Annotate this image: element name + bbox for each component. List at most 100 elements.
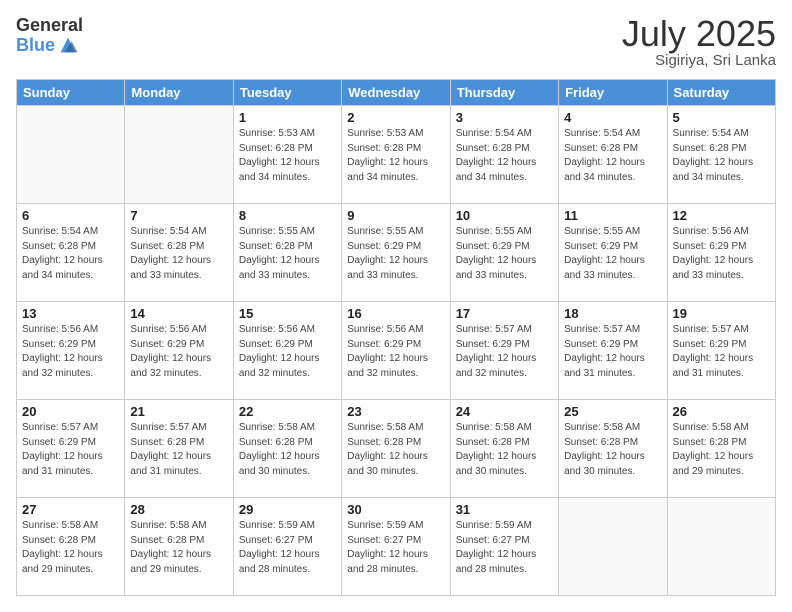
table-row: 9Sunrise: 5:55 AMSunset: 6:29 PMDaylight… [342,204,450,302]
col-monday: Monday [125,80,233,106]
day-number: 18 [564,306,661,321]
table-row: 4 Sunrise: 5:54 AMSunset: 6:28 PMDaylight… [559,106,667,204]
table-row: 29 Sunrise: 5:59 AMSunset: 6:27 PMDayligh… [233,498,341,596]
day-info: Sunrise: 5:58 AMSunset: 6:28 PMDaylight:… [22,519,119,577]
day-info: Sunrise: 5:57 AMSunset: 6:29 PMDaylight:… [22,421,119,479]
day-info: Sunrise: 5:57 AMSunset: 6:29 PMDaylight:… [564,323,661,381]
day-number: 24 [456,404,553,419]
day-info: Sunrise: 5:59 AMSunset: 6:27 PMDaylight:… [347,519,444,577]
day-number: 8 [239,208,336,223]
day-number: 4 [564,110,661,125]
day-number: 6 [22,208,119,223]
table-row: 11 Sunrise: 5:55 AMSunset: 6:29 PMDayligh… [559,204,667,302]
day-info: Sunrise: 5:54 AMSunset: 6:28 PMDaylight:… [564,127,661,185]
day-info: Sunrise: 5:57 AMSunset: 6:29 PMDaylight:… [673,323,770,381]
day-number: 11 [564,208,661,223]
calendar-week-row: 20Sunrise: 5:57 AMSunset: 6:29 PMDayligh… [17,400,776,498]
table-row: 7 Sunrise: 5:54 AMSunset: 6:28 PMDaylight… [125,204,233,302]
day-info: Sunrise: 5:56 AMSunset: 6:29 PMDaylight:… [130,323,227,381]
table-row: 1 Sunrise: 5:53 AMSunset: 6:28 PMDaylight… [233,106,341,204]
day-info: Sunrise: 5:56 AMSunset: 6:29 PMDaylight:… [239,323,336,381]
table-row: 13Sunrise: 5:56 AMSunset: 6:29 PMDayligh… [17,302,125,400]
table-row: 15 Sunrise: 5:56 AMSunset: 6:29 PMDayligh… [233,302,341,400]
col-friday: Friday [559,80,667,106]
day-number: 5 [673,110,770,125]
table-row: 19 Sunrise: 5:57 AMSunset: 6:29 PMDayligh… [667,302,775,400]
day-number: 22 [239,404,336,419]
day-info: Sunrise: 5:55 AMSunset: 6:29 PMDaylight:… [564,225,661,283]
day-number: 7 [130,208,227,223]
day-info: Sunrise: 5:54 AMSunset: 6:28 PMDaylight:… [673,127,770,185]
logo-general: General [16,16,83,34]
col-wednesday: Wednesday [342,80,450,106]
calendar-table: Sunday Monday Tuesday Wednesday Thursday… [16,79,776,596]
day-number: 27 [22,502,119,517]
day-number: 12 [673,208,770,223]
table-row: 10 Sunrise: 5:55 AMSunset: 6:29 PMDayligh… [450,204,558,302]
col-sunday: Sunday [17,80,125,106]
table-row: 20Sunrise: 5:57 AMSunset: 6:29 PMDayligh… [17,400,125,498]
table-row: 17 Sunrise: 5:57 AMSunset: 6:29 PMDayligh… [450,302,558,400]
day-info: Sunrise: 5:54 AMSunset: 6:28 PMDaylight:… [130,225,227,283]
day-info: Sunrise: 5:59 AMSunset: 6:27 PMDaylight:… [239,519,336,577]
day-info: Sunrise: 5:58 AMSunset: 6:28 PMDaylight:… [564,421,661,479]
col-thursday: Thursday [450,80,558,106]
day-number: 9 [347,208,444,223]
day-number: 29 [239,502,336,517]
table-row: 24 Sunrise: 5:58 AMSunset: 6:28 PMDayligh… [450,400,558,498]
day-number: 28 [130,502,227,517]
table-row: 22Sunrise: 5:58 AMSunset: 6:28 PMDayligh… [233,400,341,498]
day-number: 26 [673,404,770,419]
table-row: 5 Sunrise: 5:54 AMSunset: 6:28 PMDaylight… [667,106,775,204]
table-row: 18 Sunrise: 5:57 AMSunset: 6:29 PMDayligh… [559,302,667,400]
table-row: 31Sunrise: 5:59 AMSunset: 6:27 PMDayligh… [450,498,558,596]
day-info: Sunrise: 5:57 AMSunset: 6:29 PMDaylight:… [456,323,553,381]
calendar-header-row: Sunday Monday Tuesday Wednesday Thursday… [17,80,776,106]
table-row [667,498,775,596]
table-row [559,498,667,596]
day-number: 1 [239,110,336,125]
day-info: Sunrise: 5:58 AMSunset: 6:28 PMDaylight:… [130,519,227,577]
title-location: Sigiriya, Sri Lanka [622,52,776,69]
day-info: Sunrise: 5:58 AMSunset: 6:28 PMDaylight:… [456,421,553,479]
table-row: 8 Sunrise: 5:55 AMSunset: 6:28 PMDaylight… [233,204,341,302]
day-number: 15 [239,306,336,321]
day-info: Sunrise: 5:57 AMSunset: 6:28 PMDaylight:… [130,421,227,479]
table-row: 26 Sunrise: 5:58 AMSunset: 6:28 PMDayligh… [667,400,775,498]
col-tuesday: Tuesday [233,80,341,106]
logo-blue: Blue [16,36,55,54]
table-row: 25 Sunrise: 5:58 AMSunset: 6:28 PMDayligh… [559,400,667,498]
table-row: 12 Sunrise: 5:56 AMSunset: 6:29 PMDayligh… [667,204,775,302]
table-row [17,106,125,204]
day-info: Sunrise: 5:55 AMSunset: 6:28 PMDaylight:… [239,225,336,283]
table-row: 2Sunrise: 5:53 AMSunset: 6:28 PMDaylight… [342,106,450,204]
day-number: 2 [347,110,444,125]
day-info: Sunrise: 5:58 AMSunset: 6:28 PMDaylight:… [673,421,770,479]
day-number: 3 [456,110,553,125]
day-info: Sunrise: 5:56 AMSunset: 6:29 PMDaylight:… [347,323,444,381]
day-info: Sunrise: 5:54 AMSunset: 6:28 PMDaylight:… [22,225,119,283]
day-info: Sunrise: 5:56 AMSunset: 6:29 PMDaylight:… [22,323,119,381]
day-info: Sunrise: 5:55 AMSunset: 6:29 PMDaylight:… [456,225,553,283]
day-info: Sunrise: 5:54 AMSunset: 6:28 PMDaylight:… [456,127,553,185]
calendar-week-row: 6 Sunrise: 5:54 AMSunset: 6:28 PMDaylight… [17,204,776,302]
calendar-week-row: 1 Sunrise: 5:53 AMSunset: 6:28 PMDaylight… [17,106,776,204]
day-number: 17 [456,306,553,321]
day-info: Sunrise: 5:56 AMSunset: 6:29 PMDaylight:… [673,225,770,283]
day-number: 19 [673,306,770,321]
table-row: 16Sunrise: 5:56 AMSunset: 6:29 PMDayligh… [342,302,450,400]
page: General Blue July 2025 Sigiriya, Sri Lan… [0,0,792,612]
table-row [125,106,233,204]
day-number: 10 [456,208,553,223]
day-number: 25 [564,404,661,419]
title-block: July 2025 Sigiriya, Sri Lanka [622,16,776,69]
table-row: 14 Sunrise: 5:56 AMSunset: 6:29 PMDayligh… [125,302,233,400]
day-number: 23 [347,404,444,419]
table-row: 30 Sunrise: 5:59 AMSunset: 6:27 PMDayligh… [342,498,450,596]
table-row: 23Sunrise: 5:58 AMSunset: 6:28 PMDayligh… [342,400,450,498]
table-row: 3 Sunrise: 5:54 AMSunset: 6:28 PMDaylight… [450,106,558,204]
day-number: 14 [130,306,227,321]
day-number: 30 [347,502,444,517]
day-number: 21 [130,404,227,419]
day-info: Sunrise: 5:53 AMSunset: 6:28 PMDaylight:… [239,127,336,185]
